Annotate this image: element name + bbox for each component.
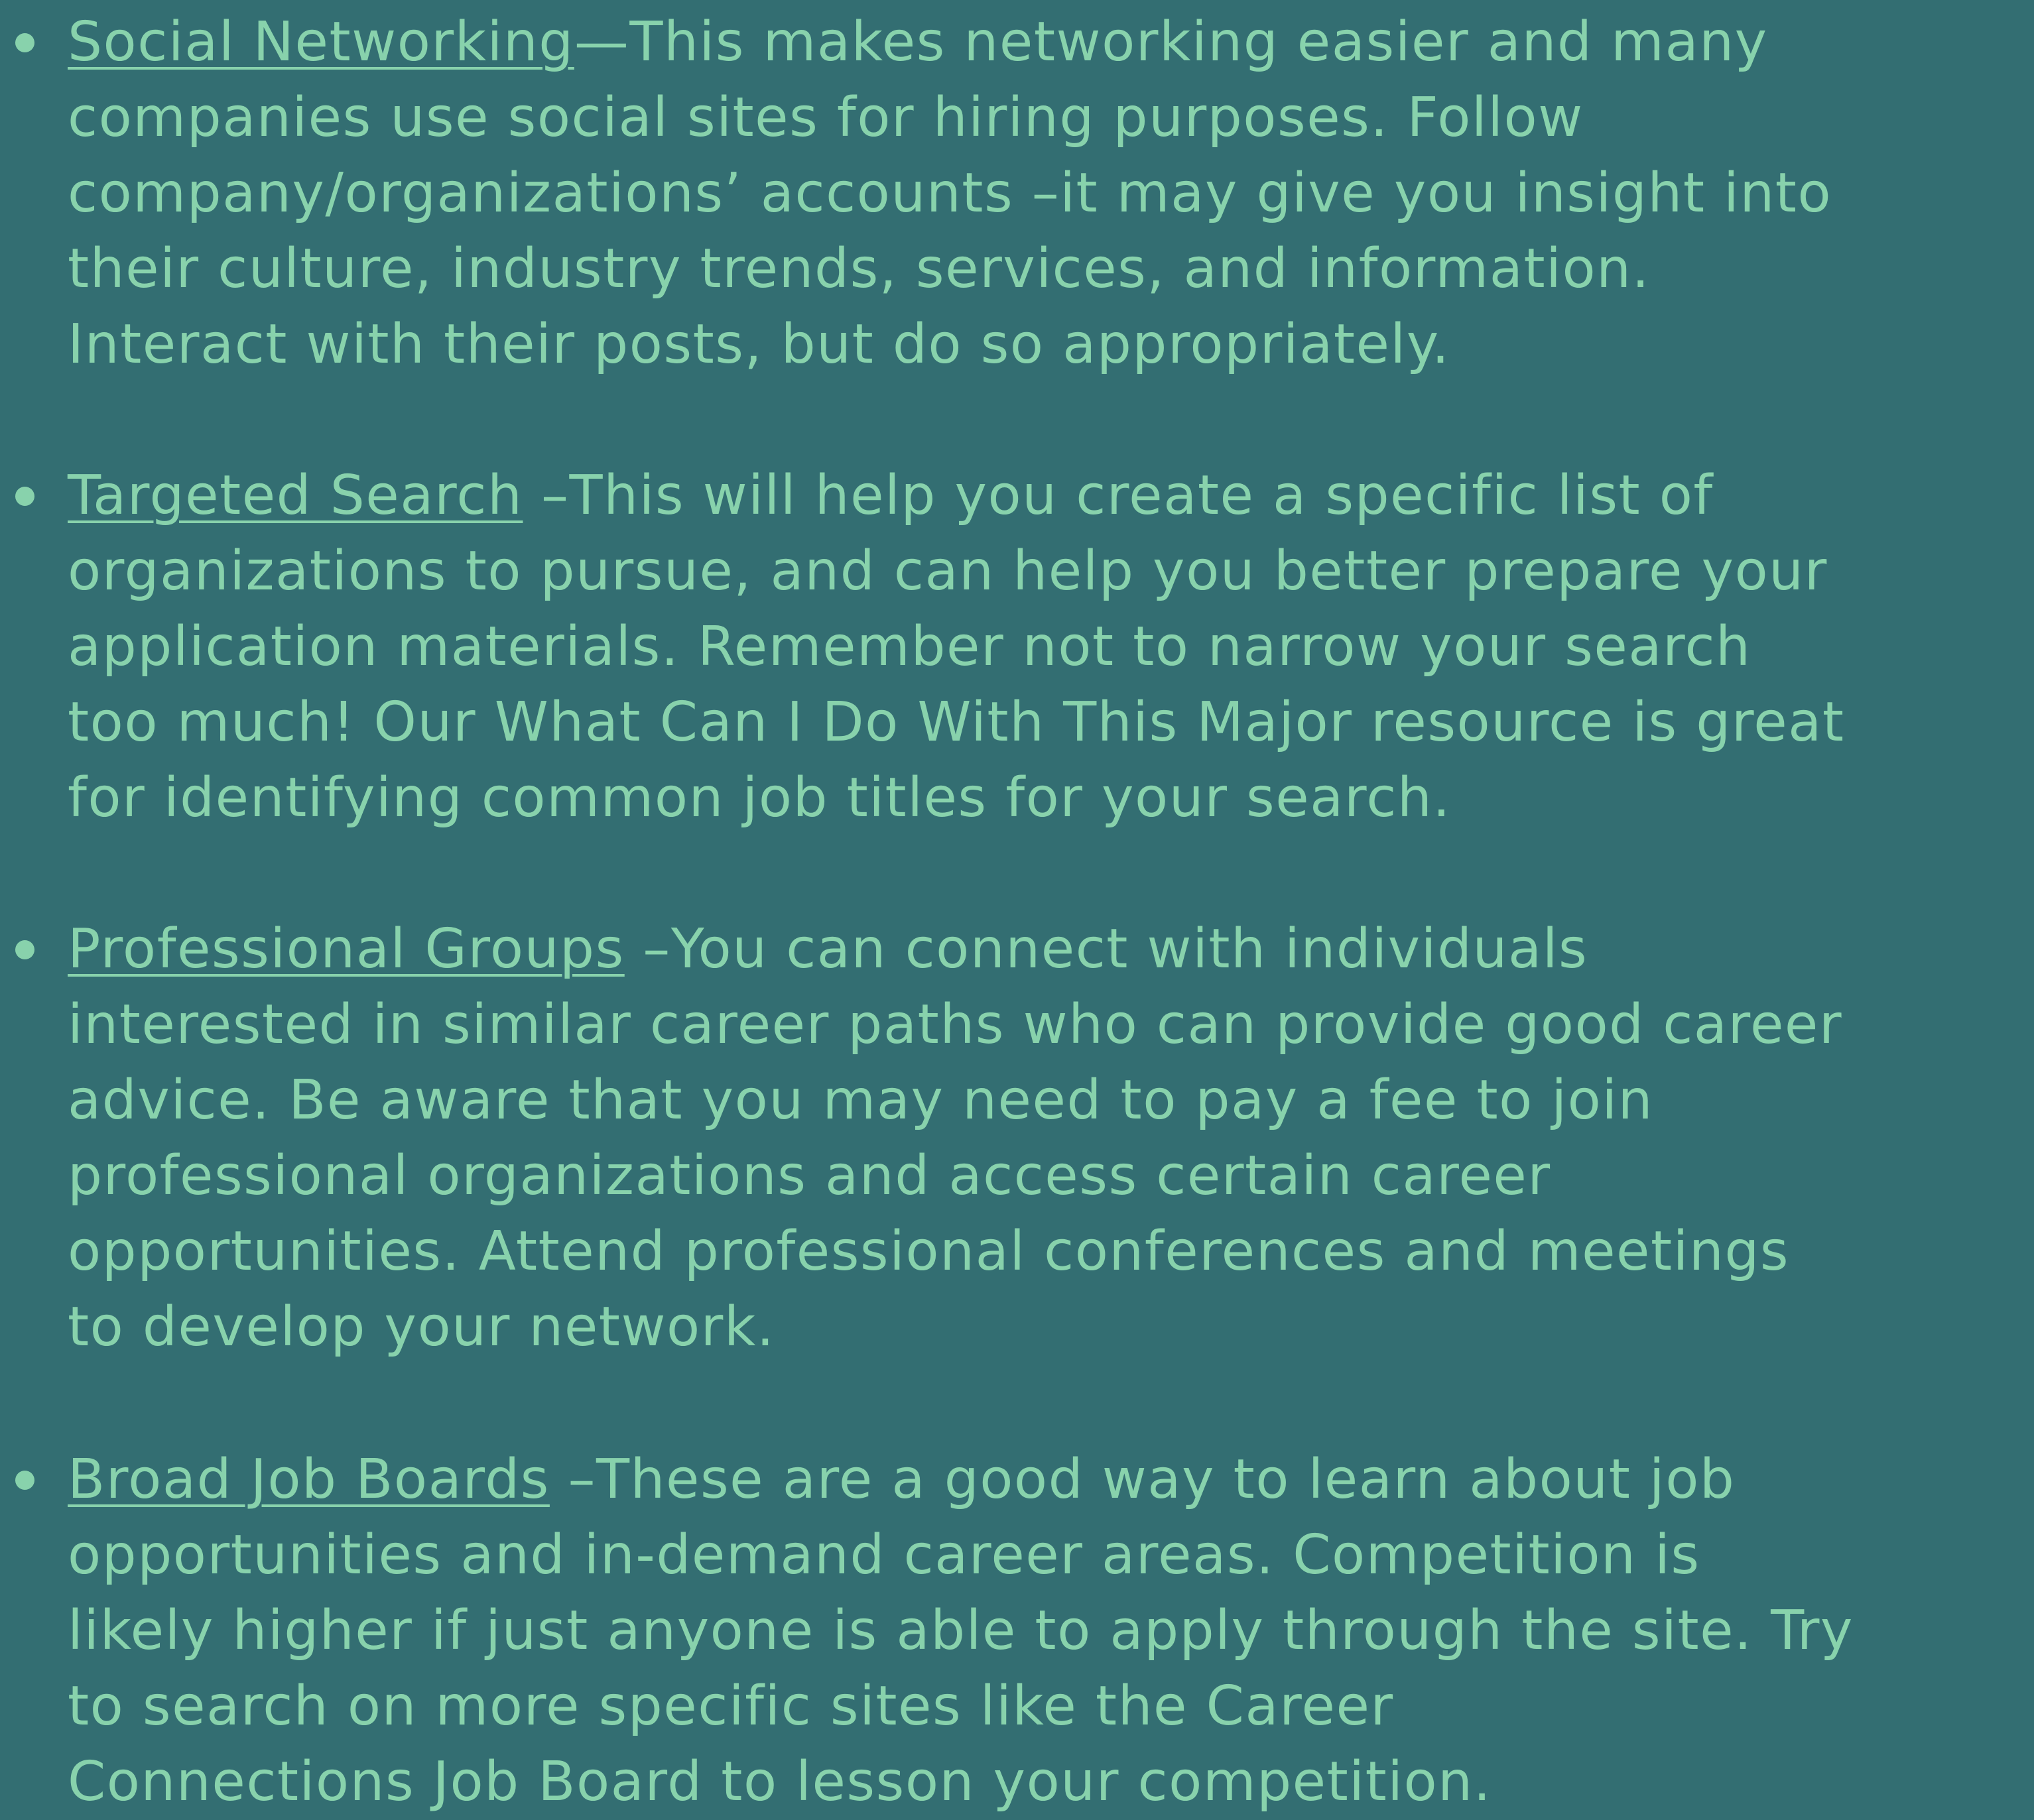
item-text-line: professional organizations and access ce… bbox=[68, 1144, 1551, 1207]
item-text-line: too much! Our What Can I Do With This Ma… bbox=[68, 691, 1845, 754]
bullet-icon bbox=[15, 487, 34, 506]
bullet-icon bbox=[15, 1471, 34, 1490]
item-text-line: organizations to pursue, and can help yo… bbox=[68, 540, 1828, 603]
item-text-line: —This makes networking easier and many bbox=[574, 11, 1768, 74]
list-item-text: Targeted Search –This will help you crea… bbox=[68, 458, 2031, 836]
professional-groups-link[interactable]: Professional Groups bbox=[68, 918, 625, 981]
item-text-line: to search on more specific sites like th… bbox=[68, 1675, 1394, 1738]
targeted-search-link[interactable]: Targeted Search bbox=[68, 464, 523, 527]
bullet-icon bbox=[15, 940, 34, 959]
item-text-line: to develop your network. bbox=[68, 1296, 775, 1359]
item-text-line: for identifying common job titles for yo… bbox=[68, 766, 1451, 829]
item-text-line: Connections Job Board to lesson your com… bbox=[68, 1750, 1492, 1813]
list-item-text: Broad Job Boards –These are a good way t… bbox=[68, 1442, 2031, 1820]
item-text-line: likely higher if just anyone is able to … bbox=[68, 1599, 1854, 1662]
item-text-line: companies use social sites for hiring pu… bbox=[68, 86, 1584, 149]
item-text-line: –These are a good way to learn about job bbox=[549, 1448, 1736, 1511]
item-text-line: application materials. Remember not to n… bbox=[68, 615, 1751, 678]
item-text-line: Interact with their posts, but do so app… bbox=[68, 313, 1450, 376]
list-item-text: Social Networking—This makes networking … bbox=[68, 5, 2031, 383]
broad-job-boards-link[interactable]: Broad Job Boards bbox=[68, 1448, 550, 1511]
item-text-line: opportunities. Attend professional confe… bbox=[68, 1220, 1790, 1283]
list-item-text: Professional Groups –You can connect wit… bbox=[68, 912, 2031, 1365]
item-text-line: advice. Be aware that you may need to pa… bbox=[68, 1069, 1654, 1132]
item-text-line: their culture, industry trends, services… bbox=[68, 237, 1651, 300]
item-text-line: interested in similar career paths who c… bbox=[68, 993, 1843, 1056]
item-text-line: –You can connect with individuals bbox=[624, 918, 1588, 981]
item-text-line: –This will help you create a specific li… bbox=[523, 464, 1714, 527]
social-networking-link[interactable]: Social Networking bbox=[68, 11, 574, 74]
item-text-line: company/organizations’ accounts –it may … bbox=[68, 162, 1832, 225]
bullet-icon bbox=[15, 33, 34, 52]
item-text-line: opportunities and in-demand career areas… bbox=[68, 1524, 1700, 1587]
